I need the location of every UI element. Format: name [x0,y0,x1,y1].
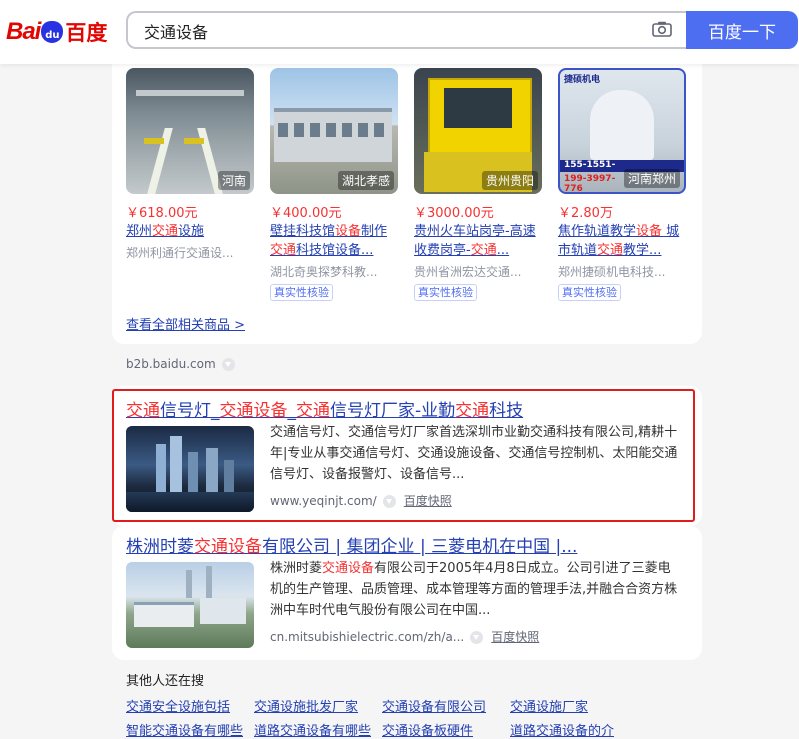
search-box [126,11,686,49]
header-bar: Bai du 百度 百度一下 [0,0,799,64]
product-image[interactable]: 贵州贵阳 [414,68,542,194]
verify-badge: 真实性核验 [270,284,333,301]
paw-icon: du [41,21,64,43]
product-card: 河南 ￥618.00元 郑州交通设施 郑州利通行交通设... 湖北孝感 ￥400… [112,58,702,344]
snapshot-link[interactable]: 百度快照 [491,630,539,644]
product-image[interactable]: 捷硕机电 155-1551- 199-3997-776 河南郑州 [558,68,686,194]
others-searching-title: 其他人还在搜 [126,674,205,689]
related-search-link[interactable]: 道路交通设备有哪些 [254,720,371,739]
result-url[interactable]: cn.mitsubishielectric.com/zh/a... 百度快照 [270,628,539,645]
chevron-down-icon[interactable] [221,358,235,371]
product-item[interactable]: 湖北孝感 ￥400.00元 壁挂科技馆设备制作 交通科技馆设备... 湖北奇奥探梦… [270,68,398,301]
product-item[interactable]: 河南 ￥618.00元 郑州交通设施 郑州利通行交通设... [126,68,254,261]
result-thumbnail[interactable] [126,562,254,648]
search-result: 株洲时菱交通设备有限公司 | 集团企业 | 三菱电机在中国 |... 株洲时菱交… [112,526,702,660]
product-item[interactable]: 捷硕机电 155-1551- 199-3997-776 河南郑州 ￥2.80万 … [558,68,686,301]
search-button[interactable]: 百度一下 [686,11,798,49]
product-title[interactable]: 郑州交通设施 [126,222,254,241]
result-abstract: 株洲时菱交通设备有限公司于2005年4月8日成立。公司引进了三菱电机的生产管理、… [270,561,678,618]
product-title[interactable]: 壁挂科技馆设备制作 交通科技馆设备... [270,222,398,260]
product-title[interactable]: 贵州火车站岗亭-高速 收费岗亭-交通... [414,222,542,260]
search-input[interactable] [142,20,626,41]
result-title[interactable]: 株洲时菱交通设备有限公司 | 集团企业 | 三菱电机在中国 |... [126,532,577,557]
verify-badge: 真实性核验 [414,284,477,301]
related-search-link[interactable]: 交通安全设施包括 [126,696,230,715]
related-search-link[interactable]: 交通设施厂家 [510,696,588,715]
highlight-box [112,389,695,522]
product-title[interactable]: 焦作轨道教学设备 城市轨道交通教学... [558,222,686,260]
camera-icon[interactable] [652,21,672,37]
related-search-link[interactable]: 交通设备有限公司 [382,696,486,715]
chevron-down-icon[interactable] [470,631,484,644]
product-item[interactable]: 贵州贵阳 ￥3000.00元 贵州火车站岗亭-高速 收费岗亭-交通... 贵州省洲… [414,68,542,301]
related-search-link[interactable]: 交通设施批发厂家 [254,696,358,715]
related-search-link[interactable]: 交通设备板硬件 [382,720,473,739]
source-domain[interactable]: b2b.baidu.com [126,357,235,371]
verify-badge: 真实性核验 [558,284,621,301]
product-image[interactable]: 湖北孝感 [270,68,398,194]
product-image[interactable]: 河南 [126,68,254,194]
see-all-link[interactable]: 查看全部相关商品 > [126,314,245,333]
related-search-link[interactable]: 道路交通设备的介 [510,720,614,739]
baidu-logo[interactable]: Bai du 百度 [6,12,107,52]
related-search-link[interactable]: 智能交通设备有哪些 [126,720,243,739]
